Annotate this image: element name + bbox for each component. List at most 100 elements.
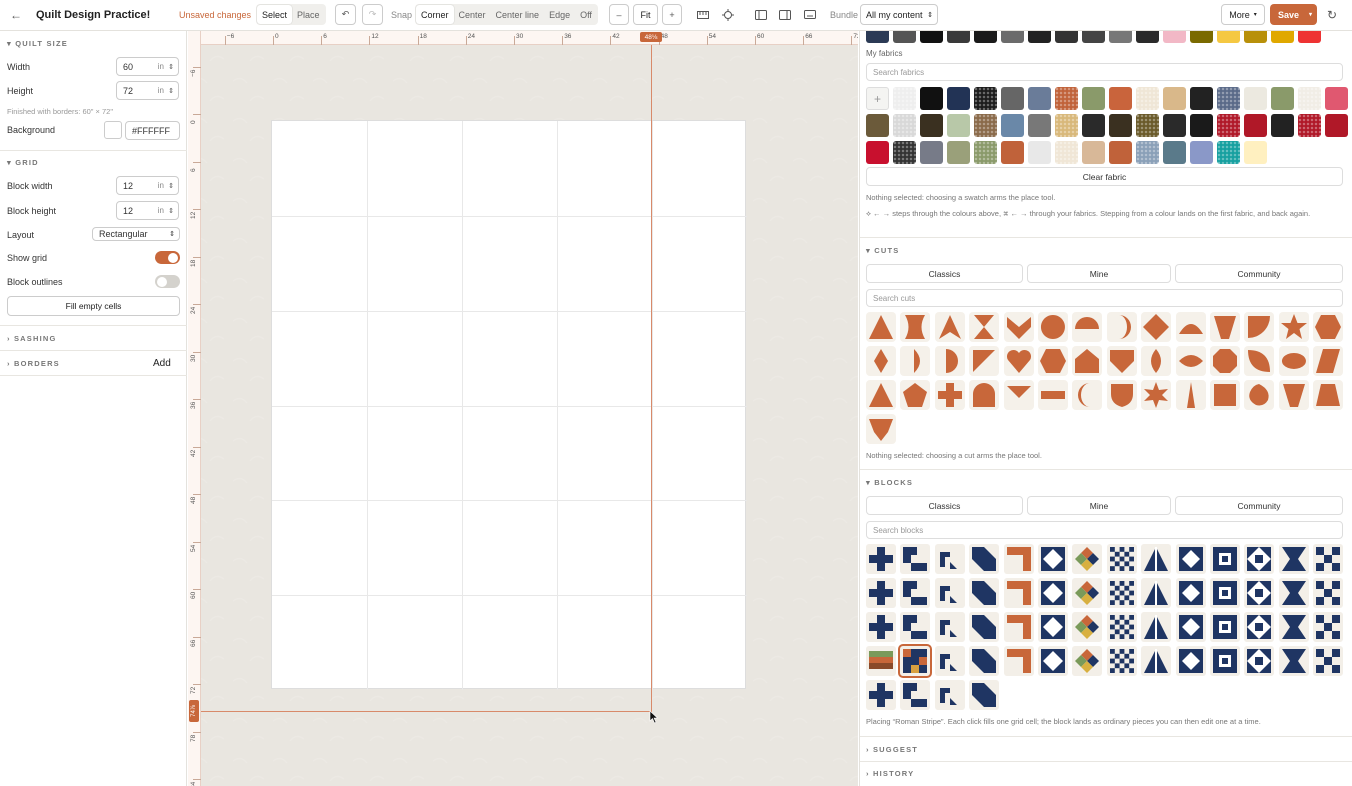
zoom-in-button[interactable]: + xyxy=(662,4,682,25)
quilt-block-10[interactable] xyxy=(1175,544,1206,574)
quilt-block-27[interactable] xyxy=(1278,578,1309,608)
quilt-block-11[interactable] xyxy=(1210,544,1240,574)
cut-oval-icon[interactable] xyxy=(1278,346,1309,376)
fabric-swatch[interactable] xyxy=(1001,87,1024,110)
cut-dome-icon[interactable] xyxy=(1175,312,1206,342)
color-swatch[interactable] xyxy=(1217,31,1240,43)
quilt-block-2[interactable] xyxy=(900,544,931,574)
more-menu-button[interactable]: More ▾ xyxy=(1221,4,1265,25)
fabric-swatch[interactable] xyxy=(920,141,943,164)
background-swatch[interactable] xyxy=(104,121,122,139)
fabric-swatch[interactable] xyxy=(1217,114,1240,137)
fabric-swatch[interactable] xyxy=(1055,114,1078,137)
quilt-block-45[interactable] xyxy=(934,646,965,676)
cut-trapezoid-icon[interactable] xyxy=(1210,312,1240,342)
fabric-swatch[interactable] xyxy=(1028,141,1051,164)
cuts-tab-mine[interactable]: Mine xyxy=(1027,264,1171,283)
quilt-block-1[interactable] xyxy=(866,544,896,574)
blocks-tab-classics[interactable]: Classics xyxy=(866,496,1023,515)
quilt-block-53[interactable] xyxy=(1210,646,1240,676)
cut-half-oval-icon[interactable] xyxy=(900,346,931,376)
block-height-input[interactable]: 12 in ⇕ xyxy=(116,201,179,220)
fabric-swatch[interactable] xyxy=(1271,114,1294,137)
quilt-block-26[interactable] xyxy=(1244,578,1275,608)
cut-wedge-icon[interactable] xyxy=(1003,380,1034,410)
fabric-swatch[interactable] xyxy=(1001,114,1024,137)
quilt-block-21[interactable] xyxy=(1072,578,1103,608)
color-swatch[interactable] xyxy=(974,31,997,43)
right-panel-icon[interactable] xyxy=(776,4,794,25)
fabric-swatch[interactable] xyxy=(1244,87,1267,110)
snap-edge[interactable]: Edge xyxy=(544,5,575,24)
quilt-block-41[interactable] xyxy=(1278,612,1309,642)
color-swatch[interactable] xyxy=(1298,31,1321,43)
cut-pentagon-down-icon[interactable] xyxy=(1106,346,1137,376)
cut-cross-icon[interactable] xyxy=(934,380,965,410)
color-swatch[interactable] xyxy=(1001,31,1024,43)
fabric-swatch[interactable] xyxy=(947,87,970,110)
stepper-icon[interactable]: ⇕ xyxy=(168,87,174,95)
color-swatch[interactable] xyxy=(1055,31,1078,43)
crosshair-icon[interactable] xyxy=(719,4,737,25)
fabric-swatch[interactable] xyxy=(947,141,970,164)
quilt-block-56[interactable] xyxy=(1313,646,1344,676)
mode-place-button[interactable]: Place xyxy=(292,5,325,24)
color-swatch[interactable] xyxy=(1109,31,1132,43)
redo-icon[interactable]: ↷ xyxy=(362,4,383,25)
cut-hexagon-icon[interactable] xyxy=(1038,346,1068,376)
blocks-tab-mine[interactable]: Mine xyxy=(1027,496,1171,515)
quilt-block-12[interactable] xyxy=(1244,544,1275,574)
color-swatch[interactable] xyxy=(1082,31,1105,43)
cut-triangle-icon[interactable] xyxy=(866,380,896,410)
quilt-top[interactable] xyxy=(271,120,747,690)
cut-quarter-circle-icon[interactable] xyxy=(1244,312,1275,342)
fabric-swatch[interactable] xyxy=(1055,87,1078,110)
quilt-size-heading[interactable]: ▾ QUILT SIZE xyxy=(7,39,68,48)
cut-square-icon[interactable] xyxy=(1210,380,1240,410)
cut-bar-icon[interactable] xyxy=(1038,380,1068,410)
fabric-swatch[interactable] xyxy=(1244,141,1267,164)
undo-icon[interactable]: ↶ xyxy=(335,4,356,25)
quilt-block-47[interactable] xyxy=(1003,646,1034,676)
cut-spike-icon[interactable] xyxy=(1175,380,1206,410)
fabric-swatch[interactable] xyxy=(893,87,916,110)
fabric-swatch[interactable] xyxy=(1136,141,1159,164)
fabric-swatch[interactable] xyxy=(893,141,916,164)
quilt-block-51[interactable] xyxy=(1141,646,1172,676)
quilt-block-43[interactable] xyxy=(866,646,896,676)
quilt-block-17[interactable] xyxy=(934,578,965,608)
fabric-swatch[interactable] xyxy=(920,87,943,110)
quilt-block-8[interactable] xyxy=(1106,544,1137,574)
quilt-block-30[interactable] xyxy=(900,612,931,642)
fabric-swatch[interactable] xyxy=(1082,141,1105,164)
quilt-block-15[interactable] xyxy=(866,578,896,608)
fabric-swatch[interactable] xyxy=(1028,114,1051,137)
sashing-heading[interactable]: › SASHING xyxy=(7,334,57,343)
fabric-swatch[interactable] xyxy=(974,141,997,164)
fabric-swatch[interactable] xyxy=(1109,87,1132,110)
fabric-swatch[interactable] xyxy=(1217,141,1240,164)
fabric-swatch[interactable] xyxy=(1163,114,1186,137)
cut-gem-icon[interactable] xyxy=(866,414,896,444)
fabric-swatch[interactable] xyxy=(974,114,997,137)
fabric-swatch[interactable] xyxy=(1001,141,1024,164)
fabric-swatch[interactable] xyxy=(1190,114,1213,137)
fabric-swatch[interactable] xyxy=(1271,87,1294,110)
cut-parallelogram-icon[interactable] xyxy=(1313,346,1344,376)
fabric-swatch[interactable] xyxy=(1298,87,1321,110)
stepper-icon[interactable]: ⇕ xyxy=(168,182,174,190)
horizontal-ruler[interactable]: in −6061218243036424854606672 xyxy=(188,31,858,45)
quilt-block-16[interactable] xyxy=(900,578,931,608)
quilt-block-22[interactable] xyxy=(1106,578,1137,608)
ruler-icon[interactable] xyxy=(694,4,712,25)
fabric-swatch[interactable] xyxy=(974,87,997,110)
snap-center-line[interactable]: Center line xyxy=(491,5,545,24)
quilt-block-37[interactable] xyxy=(1141,612,1172,642)
search-blocks-input[interactable]: Search blocks xyxy=(866,521,1343,539)
cut-lens-icon[interactable] xyxy=(1175,346,1206,376)
quilt-block-57[interactable] xyxy=(866,680,896,710)
cut-d-shape-icon[interactable] xyxy=(934,346,965,376)
snap-off[interactable]: Off xyxy=(575,5,597,24)
quilt-block-49[interactable] xyxy=(1072,646,1103,676)
snap-center[interactable]: Center xyxy=(454,5,491,24)
